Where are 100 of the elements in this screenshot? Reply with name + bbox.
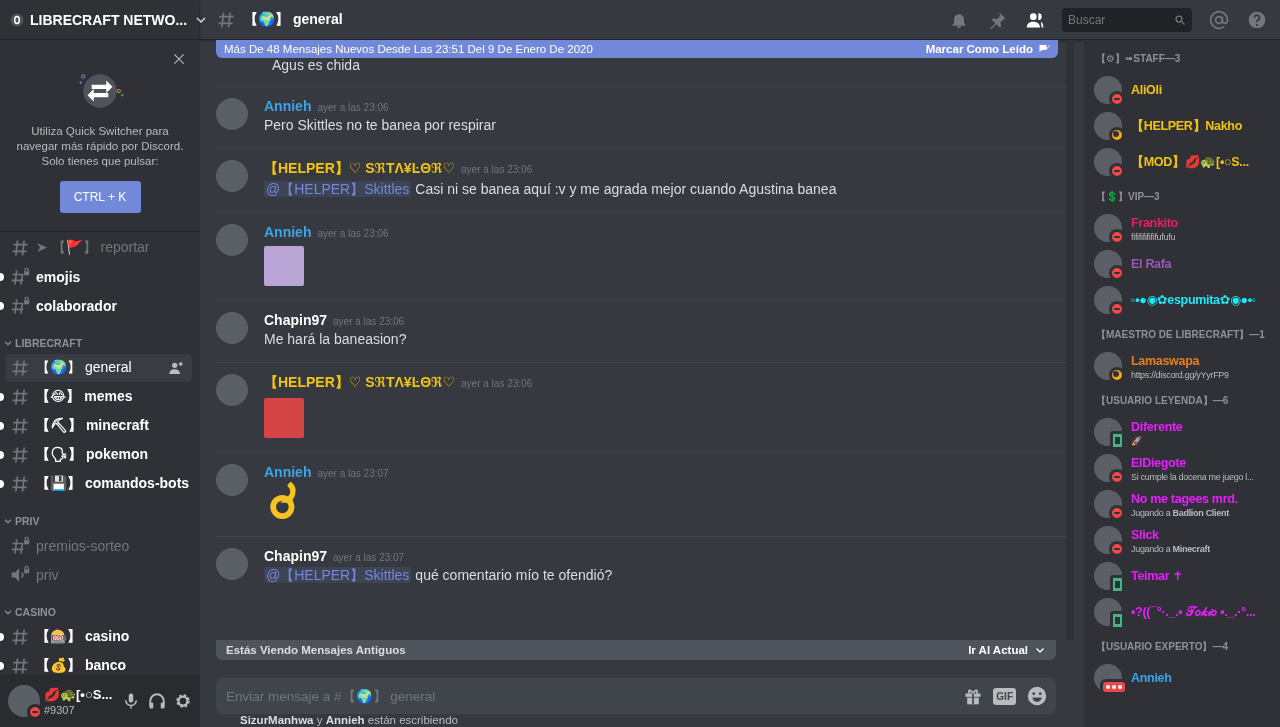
- member-name[interactable]: No me tagees mrd.: [1131, 490, 1278, 508]
- message-text: @【HELPER】Skittles qué comentario mío te ofendió?: [264, 566, 613, 584]
- member-group-title: 【MAESTRO DE LIBRECRAFT】—1: [1095, 328, 1266, 342]
- locked-channel-icon: [10, 267, 30, 287]
- message-timestamp: ayer a las 23:06: [317, 228, 389, 239]
- channel-item[interactable]: 【⛏】 minecraft: [6, 412, 192, 440]
- image-placeholder: [264, 398, 304, 438]
- message-timestamp: ayer a las 23:06: [317, 102, 389, 113]
- member-name[interactable]: Teimar ✝: [1131, 567, 1278, 585]
- member-group-title: 【⚙】➠STAFF—3: [1095, 52, 1182, 66]
- avatar[interactable]: [216, 464, 248, 496]
- typing-indicator: SizurManhwa y Annieh están escribiendo: [239, 714, 459, 727]
- channel-item[interactable]: priv: [6, 561, 192, 589]
- author-name[interactable]: 【HELPER】♡ SℜTΛ¥ĿΘℜ♡: [264, 374, 456, 392]
- member-activity: fififififififufufu: [1131, 232, 1177, 242]
- message-text: Me hará la baneasion?: [264, 330, 407, 348]
- jump-to-present-button[interactable]: Ir Al Actual: [968, 644, 1046, 656]
- smiley-icon: [1026, 685, 1048, 707]
- at-sign-icon: [1209, 9, 1229, 30]
- hash-icon: [10, 416, 30, 436]
- member-name[interactable]: Diferente: [1131, 418, 1278, 436]
- new-messages-bar[interactable]: Más De 48 Mensajes Nuevos Desde Las 23:51 Del 9 De Enero De 2020 Marcar Como Leído: [216, 40, 1058, 58]
- sticker-placeholder: [264, 246, 304, 286]
- settings-icon: [174, 691, 192, 710]
- avatar[interactable]: [216, 312, 248, 344]
- search-icon: [1174, 13, 1186, 26]
- member-name[interactable]: El Rafa: [1131, 255, 1278, 273]
- chevron-down-icon: [3, 338, 13, 348]
- new-messages-text: Más De 48 Mensajes Nuevos Desde Las 23:51 Del 9 De Enero De 2020: [224, 43, 593, 55]
- avatar[interactable]: [216, 98, 248, 130]
- avatar[interactable]: [216, 548, 248, 580]
- channel-item[interactable]: premios-sorteo: [6, 532, 192, 560]
- member-group-title: 【💲】VIP—3: [1095, 190, 1161, 204]
- member-name[interactable]: Slick: [1131, 526, 1278, 544]
- channel-item[interactable]: 【🗣】 pokemon: [6, 441, 192, 469]
- chevron-down-icon: [3, 607, 13, 617]
- member-avatar[interactable]: [1094, 352, 1122, 380]
- category-header[interactable]: LIBRECRAFT: [0, 321, 200, 354]
- member-group-title: 【USUARIO EXPERTO】—4: [1095, 640, 1230, 654]
- close-icon: [172, 52, 186, 66]
- author-name[interactable]: Annieh: [264, 464, 312, 480]
- chevron-down-icon: [3, 516, 13, 526]
- author-name[interactable]: Chapin97: [264, 548, 327, 564]
- channel-item[interactable]: 【🌍】 general: [6, 354, 192, 382]
- channel-item[interactable]: 【😂】 memes: [6, 383, 192, 411]
- author-name[interactable]: 【HELPER】♡ SℜTΛ¥ĿΘℜ♡: [264, 160, 456, 178]
- invite-person-icon: [168, 360, 184, 376]
- channel-hash-icon: [216, 9, 236, 30]
- channel-item[interactable]: ➤ 【🚩】 reportar: [6, 234, 192, 262]
- avatar[interactable]: [216, 374, 248, 406]
- message-timestamp: ayer a las 23:07: [333, 552, 405, 563]
- hash-icon: [10, 627, 30, 647]
- member-activity: https://discord.gg/yYyrFP9: [1131, 370, 1230, 380]
- user-mention[interactable]: @【HELPER】Skittles: [264, 567, 412, 583]
- microphone-icon: [122, 691, 140, 710]
- channel-item[interactable]: 【💾】 comandos-bots: [6, 470, 192, 498]
- member-name[interactable]: ElDiegote: [1131, 454, 1278, 472]
- message-timestamp: ayer a las 23:06: [461, 378, 533, 389]
- help-icon: [1247, 9, 1267, 30]
- member-name[interactable]: 【HELPER】Nakho: [1131, 117, 1278, 135]
- member-name[interactable]: Lamaswapa: [1131, 352, 1278, 370]
- server-badge-icon: [10, 12, 24, 27]
- member-name[interactable]: •?((¯°·._.• 𝒯𝑜𝓀𝒾𝑜 •._.·°...: [1131, 603, 1278, 621]
- message-timestamp: ayer a las 23:06: [461, 164, 533, 175]
- hash-icon: [10, 358, 30, 378]
- user-tag: #9307: [44, 704, 75, 716]
- author-name[interactable]: Annieh: [264, 224, 312, 240]
- channel-item[interactable]: colaborador: [6, 292, 192, 320]
- hash-icon: [10, 474, 30, 494]
- mark-as-read-button[interactable]: Marcar Como Leído: [925, 43, 1050, 55]
- member-avatar[interactable]: [1094, 112, 1122, 140]
- category-header[interactable]: PRIV: [0, 499, 200, 532]
- shortcut-button[interactable]: CTRL + K: [59, 181, 141, 213]
- avatar[interactable]: [216, 160, 248, 192]
- author-name[interactable]: Annieh: [264, 98, 312, 114]
- hash-icon: [10, 387, 30, 407]
- member-name[interactable]: 【MOD】💋🐢[•○S...: [1131, 153, 1278, 171]
- member-name[interactable]: ◦•●◉✿espumita✿◉●•◦: [1131, 291, 1278, 309]
- member-name[interactable]: Frankito: [1131, 214, 1278, 232]
- username: 💋🐢[•○S...: [44, 686, 114, 704]
- member-activity: Si cumple la docena me juego l...: [1131, 472, 1255, 482]
- author-name[interactable]: Chapin97: [264, 312, 327, 328]
- user-mention[interactable]: @【HELPER】Skittles: [264, 181, 412, 197]
- channel-item[interactable]: emojis: [6, 263, 192, 291]
- user-avatar[interactable]: [8, 684, 40, 717]
- server-name[interactable]: LIBRECRAFT NETWO...: [30, 11, 188, 28]
- member-activity: 🚀: [1131, 436, 1143, 446]
- headphones-icon: [148, 691, 166, 710]
- channel-item[interactable]: 【🎰】 casino: [6, 623, 192, 651]
- message-text: Pero Skittles no te banea por respirar: [264, 116, 496, 134]
- old-messages-text: Estás Viendo Mensajes Antiguos: [226, 644, 406, 656]
- search-field[interactable]: Buscar: [1062, 7, 1192, 32]
- emoji-button[interactable]: [1026, 685, 1048, 707]
- hash-icon: [10, 445, 30, 465]
- message-timestamp: ayer a las 23:06: [333, 316, 405, 327]
- member-name[interactable]: AliOli: [1131, 81, 1278, 99]
- quick-switcher-tip: Utiliza Quick Switcher para navegar más rápido por Discord. Solo tienes que pulsar:: [15, 124, 185, 169]
- category-header[interactable]: CASINO: [0, 590, 200, 623]
- member-name[interactable]: Annieh: [1131, 669, 1278, 687]
- avatar[interactable]: [216, 224, 248, 256]
